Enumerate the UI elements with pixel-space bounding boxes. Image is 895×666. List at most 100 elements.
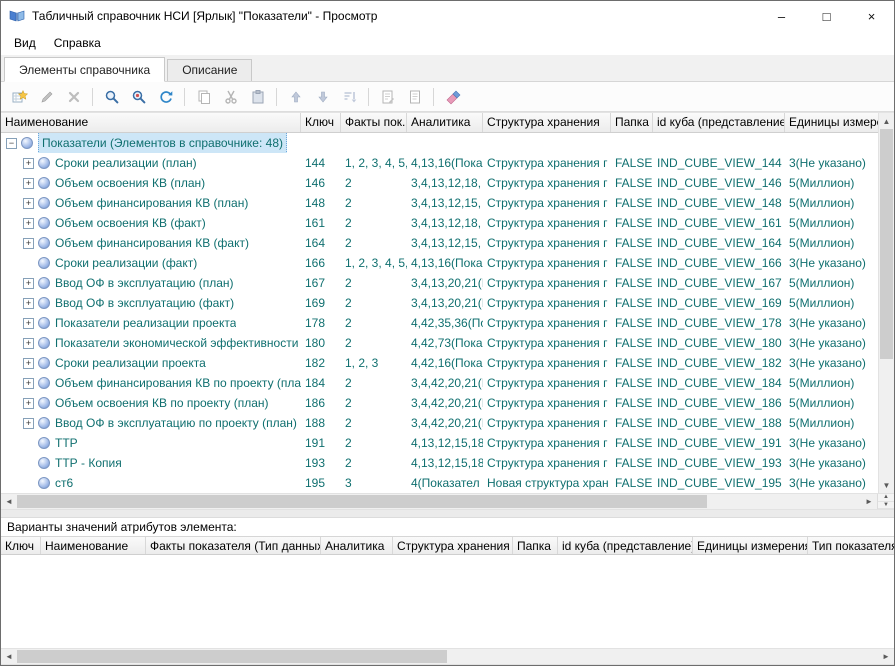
- close-button[interactable]: ×: [849, 1, 894, 31]
- tree-row[interactable]: +Объем финансирования КВ (факт)16423,4,1…: [1, 233, 878, 253]
- horizontal-scrollbar[interactable]: ◄ ►: [1, 494, 877, 509]
- row-label: Объем освоения КВ (факт): [55, 213, 206, 233]
- column-header[interactable]: Папка: [611, 113, 653, 132]
- scroll-down-icon[interactable]: ▼: [879, 477, 894, 493]
- vertical-scrollbar[interactable]: ▲ ▼: [878, 113, 894, 493]
- column-header[interactable]: Ключ: [301, 113, 341, 132]
- tree-row[interactable]: +Сроки реализации проекта1821, 2, 34,42,…: [1, 353, 878, 373]
- add-element-button[interactable]: [6, 84, 33, 109]
- tree-row[interactable]: +Объем освоения КВ (план)14623,4,13,12,1…: [1, 173, 878, 193]
- tree-row[interactable]: +Ввод ОФ в эксплуатацию по проекту (план…: [1, 413, 878, 433]
- tree-row[interactable]: +Объем финансирования КВ по проекту (пла…: [1, 373, 878, 393]
- cell: IND_CUBE_VIEW_188: [653, 413, 785, 433]
- menubar: ВидСправка: [1, 31, 894, 55]
- tree-row[interactable]: ТТР19124,13,12,15,18Структура хранения г…: [1, 433, 878, 453]
- search-button[interactable]: [98, 84, 125, 109]
- tree-row[interactable]: +Показатели реализации проекта17824,42,3…: [1, 313, 878, 333]
- tree-row[interactable]: ТТР - Копия19324,13,12,15,18Структура хр…: [1, 453, 878, 473]
- move-up-button[interactable]: [282, 84, 309, 109]
- expand-icon[interactable]: +: [23, 358, 34, 369]
- cut-button[interactable]: [217, 84, 244, 109]
- column-header[interactable]: Факты пок...: [341, 113, 407, 132]
- collapse-icon[interactable]: −: [6, 138, 17, 149]
- bottom-horizontal-scrollbar[interactable]: ◄ ►: [1, 649, 894, 664]
- minimize-button[interactable]: –: [759, 1, 804, 31]
- tree-row[interactable]: +Объем освоения КВ (факт)16123,4,13,12,1…: [1, 213, 878, 233]
- scroll-right-icon[interactable]: ►: [861, 494, 877, 509]
- expand-icon[interactable]: +: [23, 378, 34, 389]
- column-header[interactable]: Тип показателя: [808, 537, 894, 554]
- expand-icon[interactable]: +: [23, 298, 34, 309]
- expand-icon[interactable]: +: [23, 238, 34, 249]
- horizontal-scrollbar-track[interactable]: [707, 494, 861, 509]
- tab[interactable]: Элементы справочника: [4, 57, 165, 82]
- vertical-scrollbar-track[interactable]: [879, 359, 894, 477]
- bottom-horizontal-scrollbar-track[interactable]: [447, 649, 878, 664]
- tree-row[interactable]: +Показатели экономической эффективности1…: [1, 333, 878, 353]
- horizontal-scrollbar-thumb[interactable]: [17, 495, 707, 508]
- prev-row-button[interactable]: ▲: [878, 494, 894, 502]
- column-header[interactable]: Структура хранения: [483, 113, 611, 132]
- column-header[interactable]: Ключ: [1, 537, 41, 554]
- bottom-horizontal-scrollbar-thumb[interactable]: [17, 650, 447, 663]
- delete-x-icon: [66, 89, 82, 105]
- cell: 161: [301, 213, 341, 233]
- scroll-left-icon[interactable]: ◄: [1, 649, 17, 664]
- expand-icon[interactable]: +: [23, 178, 34, 189]
- expand-icon[interactable]: +: [23, 398, 34, 409]
- tree-row[interactable]: +Ввод ОФ в эксплуатацию (факт)16923,4,13…: [1, 293, 878, 313]
- element-icon: [38, 297, 50, 309]
- expand-icon[interactable]: +: [23, 198, 34, 209]
- toolbar-separator: [92, 88, 93, 106]
- expand-icon[interactable]: +: [23, 418, 34, 429]
- clear-button[interactable]: [439, 84, 466, 109]
- expand-icon[interactable]: +: [23, 338, 34, 349]
- doc-view-button[interactable]: [401, 84, 428, 109]
- sort-button[interactable]: [336, 84, 363, 109]
- panel-splitter[interactable]: [1, 510, 894, 518]
- expand-icon[interactable]: +: [23, 218, 34, 229]
- copy-button[interactable]: [190, 84, 217, 109]
- name-cell: ТТР - Копия: [1, 453, 301, 473]
- next-row-button[interactable]: ▼: [878, 502, 894, 510]
- column-header[interactable]: Структура хранения: [393, 537, 513, 554]
- vertical-scrollbar-thumb[interactable]: [880, 129, 893, 359]
- tree-root-row[interactable]: − Показатели (Элементов в справочнике: 4…: [1, 133, 878, 153]
- refresh-button[interactable]: [152, 84, 179, 109]
- maximize-button[interactable]: □: [804, 1, 849, 31]
- column-header[interactable]: Факты показателя (Тип данных): [146, 537, 321, 554]
- column-header[interactable]: Аналитика: [407, 113, 483, 132]
- expand-icon[interactable]: +: [23, 318, 34, 329]
- tab[interactable]: Описание: [167, 59, 252, 81]
- tree-row[interactable]: +Объем финансирования КВ (план)14823,4,1…: [1, 193, 878, 213]
- cell: IND_CUBE_VIEW_146: [653, 173, 785, 193]
- expand-icon[interactable]: +: [23, 158, 34, 169]
- element-icon: [38, 477, 50, 489]
- scroll-left-icon[interactable]: ◄: [1, 494, 17, 509]
- cell: 148: [301, 193, 341, 213]
- column-header[interactable]: Единицы измерения: [785, 113, 878, 132]
- edit-element-button[interactable]: [33, 84, 60, 109]
- tree-row[interactable]: +Сроки реализации (план)1441, 2, 3, 4, 5…: [1, 153, 878, 173]
- delete-element-button[interactable]: [60, 84, 87, 109]
- tree-row[interactable]: ст619534(ПоказателНовая структура хранFA…: [1, 473, 878, 493]
- menu-item[interactable]: Справка: [45, 33, 110, 53]
- expand-icon[interactable]: +: [23, 278, 34, 289]
- move-down-button[interactable]: [309, 84, 336, 109]
- tree-row[interactable]: +Объем освоения КВ по проекту (план)1862…: [1, 393, 878, 413]
- column-header[interactable]: Папка: [513, 537, 558, 554]
- column-header[interactable]: id куба (представление): [653, 113, 785, 132]
- column-header[interactable]: Аналитика: [321, 537, 393, 554]
- paste-button[interactable]: [244, 84, 271, 109]
- column-header[interactable]: Наименование: [41, 537, 146, 554]
- doc-edit-button[interactable]: [374, 84, 401, 109]
- column-header[interactable]: Единицы измерения: [693, 537, 808, 554]
- tree-row[interactable]: Сроки реализации (факт)1661, 2, 3, 4, 5,…: [1, 253, 878, 273]
- tree-row[interactable]: +Ввод ОФ в эксплуатацию (план)16723,4,13…: [1, 273, 878, 293]
- menu-item[interactable]: Вид: [5, 33, 45, 53]
- column-header[interactable]: id куба (представление): [558, 537, 693, 554]
- scroll-right-icon[interactable]: ►: [878, 649, 894, 664]
- scroll-up-icon[interactable]: ▲: [879, 113, 894, 129]
- advanced-search-button[interactable]: [125, 84, 152, 109]
- column-header[interactable]: Наименование: [1, 113, 301, 132]
